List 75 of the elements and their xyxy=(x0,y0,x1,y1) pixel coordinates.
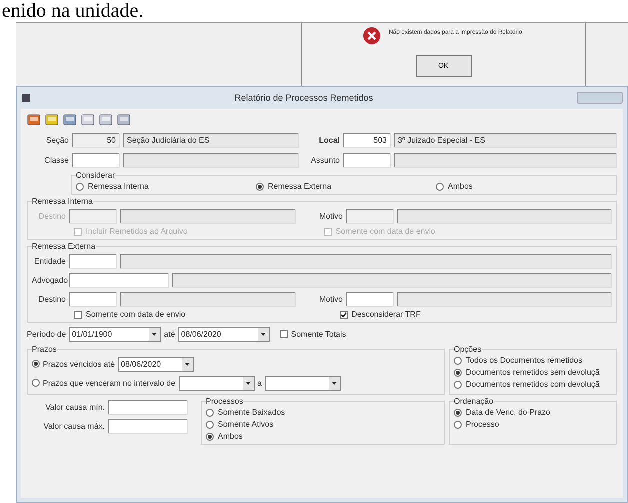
code-field[interactable]: 503 xyxy=(343,132,391,148)
radio-button[interactable] xyxy=(454,368,462,376)
field-label: Entidade xyxy=(33,256,66,266)
option-label: Todos os Documentos remetidos xyxy=(466,356,582,365)
option-label: Data de Venc. do Prazo xyxy=(466,408,550,417)
checkbox-label: Somente com data de envio xyxy=(336,227,436,236)
option-label: Somente Ativos xyxy=(218,420,274,429)
radio-button[interactable] xyxy=(454,420,462,428)
option-label: Documentos remetidos com devoluçã xyxy=(466,380,600,389)
field-label: Valor causa máx. xyxy=(42,422,105,430)
group-title: Opções xyxy=(454,345,482,354)
option-label: Remessa Externa xyxy=(268,182,332,191)
field-label: até xyxy=(164,330,176,338)
field-label: Motivo xyxy=(318,212,343,220)
checkbox-label: Somente com data de envio xyxy=(86,310,186,319)
error-icon xyxy=(362,27,381,45)
code-field[interactable]: 50 xyxy=(72,132,120,148)
code-field[interactable] xyxy=(343,152,391,168)
group-title: Remessa Interna xyxy=(32,197,93,206)
app-icon xyxy=(21,93,31,103)
group-title: Remessa Externa xyxy=(32,242,96,251)
option-label: Somente Baixados xyxy=(218,408,286,417)
radio-button[interactable] xyxy=(454,408,462,416)
radio-button[interactable] xyxy=(32,379,40,387)
group-title: Ordenação xyxy=(454,397,494,406)
radio-button[interactable] xyxy=(206,408,214,416)
checkbox[interactable] xyxy=(340,310,348,318)
field-label: Período de xyxy=(27,330,66,338)
name-display: 3º Juizado Especial - ES xyxy=(394,132,617,148)
field-label: Destino xyxy=(38,294,66,304)
field-label: Valor causa mín. xyxy=(44,402,105,412)
code-field[interactable] xyxy=(69,272,169,288)
field-label: Classe xyxy=(44,156,69,164)
date-combobox[interactable]: 08/06/2020 xyxy=(118,356,194,372)
checkbox[interactable] xyxy=(280,330,288,338)
field-label: Assunto xyxy=(310,156,340,164)
window-title: Relatório de Processos Remetidos xyxy=(234,93,374,103)
code-field[interactable] xyxy=(69,254,117,268)
option-label: Prazos que venceram no intervalo de xyxy=(43,378,176,388)
code-field[interactable] xyxy=(69,292,117,306)
option-label: Prazos vencidos até xyxy=(43,360,116,368)
document-text: enido na unidade. xyxy=(1,0,144,22)
field-label: a xyxy=(258,378,262,388)
checkbox[interactable] xyxy=(74,310,82,318)
field-label: Advogado xyxy=(32,276,66,284)
checkbox-label: Somente Totais xyxy=(291,330,346,338)
field-label: Destino xyxy=(38,212,66,220)
date-combobox[interactable]: 01/01/1900 xyxy=(69,326,162,342)
code-field[interactable] xyxy=(346,292,394,306)
radio-button[interactable] xyxy=(76,182,84,190)
option-label: Documentos remetidos sem devoluçã xyxy=(466,368,600,377)
radio-button[interactable] xyxy=(206,432,214,440)
option-label: Ambos xyxy=(218,432,243,441)
radio-button[interactable] xyxy=(454,356,462,364)
option-label: Processo xyxy=(466,420,500,429)
radio-button[interactable] xyxy=(454,380,462,388)
field-label: Local xyxy=(318,136,340,144)
group-title: Processos xyxy=(206,397,244,406)
option-label: Remessa Interna xyxy=(88,182,149,191)
date-combobox[interactable]: 08/06/2020 xyxy=(178,326,270,342)
radio-button[interactable] xyxy=(206,420,214,428)
code-field[interactable] xyxy=(72,152,120,168)
field-label: Seção xyxy=(45,136,69,144)
radio-button[interactable] xyxy=(436,182,444,190)
radio-button[interactable] xyxy=(32,360,40,368)
group-title: Prazos xyxy=(32,345,57,354)
value-field[interactable] xyxy=(108,418,188,434)
radio-button[interactable] xyxy=(256,182,264,190)
name-display: Seção Judiciária do ES xyxy=(123,132,299,148)
checkbox-label: Desconsiderar TRF xyxy=(352,310,421,319)
field-label: Motivo xyxy=(318,294,343,304)
group-title: Considerar xyxy=(76,171,116,180)
value-field[interactable] xyxy=(108,400,188,414)
option-label: Ambos xyxy=(448,182,473,191)
checkbox-label: Incluir Remetidos ao Arquivo xyxy=(86,227,188,236)
